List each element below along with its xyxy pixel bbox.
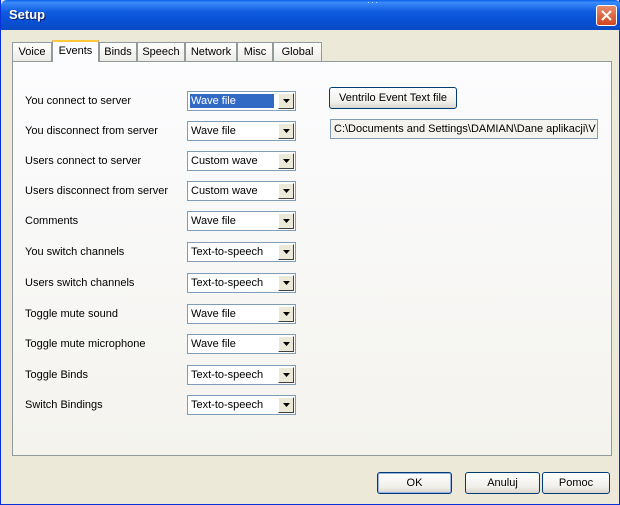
help-button[interactable]: Pomoc — [542, 472, 610, 494]
event-label: You switch channels — [25, 246, 125, 258]
tab-speech[interactable]: Speech — [137, 42, 185, 61]
dropdown-button[interactable] — [278, 306, 294, 322]
setup-dialog: Setup ··· Voice Events Binds Speech Netw… — [0, 0, 620, 505]
tab-label: Speech — [142, 46, 180, 58]
chevron-down-icon — [283, 403, 290, 407]
event-sound-select[interactable]: Text-to-speech — [187, 273, 296, 293]
dropdown-button[interactable] — [278, 397, 294, 413]
tab-global[interactable]: Global — [273, 42, 322, 61]
event-label: Users connect to server — [25, 155, 142, 167]
event-label: Toggle mute sound — [25, 308, 118, 320]
chevron-down-icon — [283, 219, 290, 223]
event-sound-select[interactable]: Wave file — [187, 304, 296, 324]
select-value: Custom wave — [191, 155, 258, 167]
event-sound-select[interactable]: Custom wave — [187, 151, 296, 171]
dropdown-button[interactable] — [278, 367, 294, 383]
events-panel: You connect to server Wave file You disc… — [12, 61, 612, 456]
chevron-down-icon — [283, 129, 290, 133]
chevron-down-icon — [283, 99, 290, 103]
event-label: You connect to server — [25, 95, 131, 107]
select-value: Text-to-speech — [191, 369, 264, 381]
event-sound-select[interactable]: Custom wave — [187, 181, 296, 201]
event-label: Users disconnect from server — [25, 185, 169, 197]
tab-label: Voice — [18, 46, 46, 58]
close-icon — [601, 10, 612, 21]
title-bar[interactable]: Setup ··· — [1, 0, 620, 30]
event-sound-select[interactable]: Wave file — [187, 211, 296, 231]
select-value: Wave file — [190, 94, 274, 108]
select-value: Wave file — [191, 125, 236, 137]
dropdown-button[interactable] — [278, 123, 294, 139]
event-label: Comments — [25, 215, 79, 227]
tab-voice[interactable]: Voice — [12, 42, 52, 61]
tab-binds[interactable]: Binds — [99, 42, 137, 61]
chevron-down-icon — [283, 373, 290, 377]
chevron-down-icon — [283, 189, 290, 193]
event-label: You disconnect from server — [25, 125, 158, 137]
ok-button[interactable]: OK — [377, 472, 452, 494]
select-value: Text-to-speech — [191, 277, 264, 289]
dropdown-button[interactable] — [278, 275, 294, 291]
dropdown-button[interactable] — [278, 183, 294, 199]
select-value: Text-to-speech — [191, 399, 264, 411]
tab-label: Network — [190, 46, 232, 58]
chevron-down-icon — [283, 342, 290, 346]
event-label: Toggle Binds — [25, 369, 88, 381]
grip-icon: ··· — [367, 0, 379, 7]
event-text-file-button[interactable]: Ventrilo Event Text file — [329, 87, 457, 109]
dropdown-button[interactable] — [278, 244, 294, 260]
event-sound-select[interactable]: Wave file — [187, 121, 296, 141]
select-value: Custom wave — [191, 185, 258, 197]
event-sound-select[interactable]: Wave file — [187, 91, 296, 111]
dropdown-button[interactable] — [278, 153, 294, 169]
event-label: Users switch channels — [25, 277, 135, 289]
tab-misc[interactable]: Misc — [237, 42, 273, 61]
event-text-file-path: C:\Documents and Settings\DAMIAN\Dane ap… — [330, 119, 598, 139]
select-value: Wave file — [191, 308, 236, 320]
dropdown-button[interactable] — [278, 93, 294, 109]
tab-label: Misc — [243, 46, 267, 58]
dropdown-button[interactable] — [278, 336, 294, 352]
select-value: Wave file — [191, 215, 236, 227]
tab-label: Events — [58, 45, 93, 57]
event-sound-select[interactable]: Text-to-speech — [187, 395, 296, 415]
tab-label: Global — [281, 46, 314, 58]
dropdown-button[interactable] — [278, 213, 294, 229]
event-sound-select[interactable]: Wave file — [187, 334, 296, 354]
event-sound-select[interactable]: Text-to-speech — [187, 242, 296, 262]
chevron-down-icon — [283, 281, 290, 285]
chevron-down-icon — [283, 312, 290, 316]
select-value: Text-to-speech — [191, 246, 264, 258]
tab-events[interactable]: Events — [52, 40, 99, 62]
tab-network[interactable]: Network — [185, 42, 237, 61]
event-label: Switch Bindings — [25, 399, 103, 411]
close-button[interactable] — [596, 5, 617, 26]
event-sound-select[interactable]: Text-to-speech — [187, 365, 296, 385]
select-value: Wave file — [191, 338, 236, 350]
chevron-down-icon — [283, 159, 290, 163]
event-label: Toggle mute microphone — [25, 338, 146, 350]
window-title: Setup — [9, 7, 46, 22]
cancel-button[interactable]: Anuluj — [465, 472, 540, 494]
chevron-down-icon — [283, 250, 290, 254]
tab-label: Binds — [104, 46, 132, 58]
